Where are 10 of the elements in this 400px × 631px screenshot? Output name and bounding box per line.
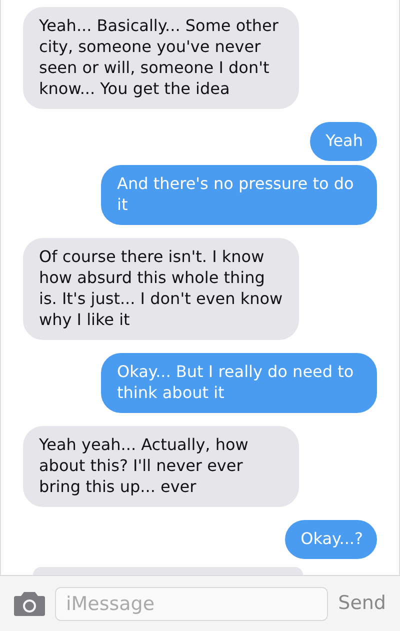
sent-message-bubble: And there's no pressure to do it xyxy=(101,165,377,225)
received-message-bubble: Yeah... Basically... Some other city, someone you've never seen or will, someone I don't know... You get the idea xyxy=(23,7,299,109)
sent-message-bubble: Okay... But I really do need to think about it xyxy=(101,353,377,413)
sent-message-bubble: Yeah xyxy=(310,122,377,161)
received-message-bubble: Yeah yeah... Actually, how about this? I'll never ever bring this up... ever xyxy=(23,426,299,507)
send-button[interactable]: Send xyxy=(338,589,386,618)
sent-message-bubble: Okay...? xyxy=(284,520,377,559)
received-message-bubble: Of course there isn't. I know how absurd this whole thing is. It's just... I don't even know why I like it xyxy=(23,238,299,340)
camera-icon[interactable] xyxy=(14,592,45,616)
message-field[interactable]: iMessage xyxy=(55,586,328,620)
